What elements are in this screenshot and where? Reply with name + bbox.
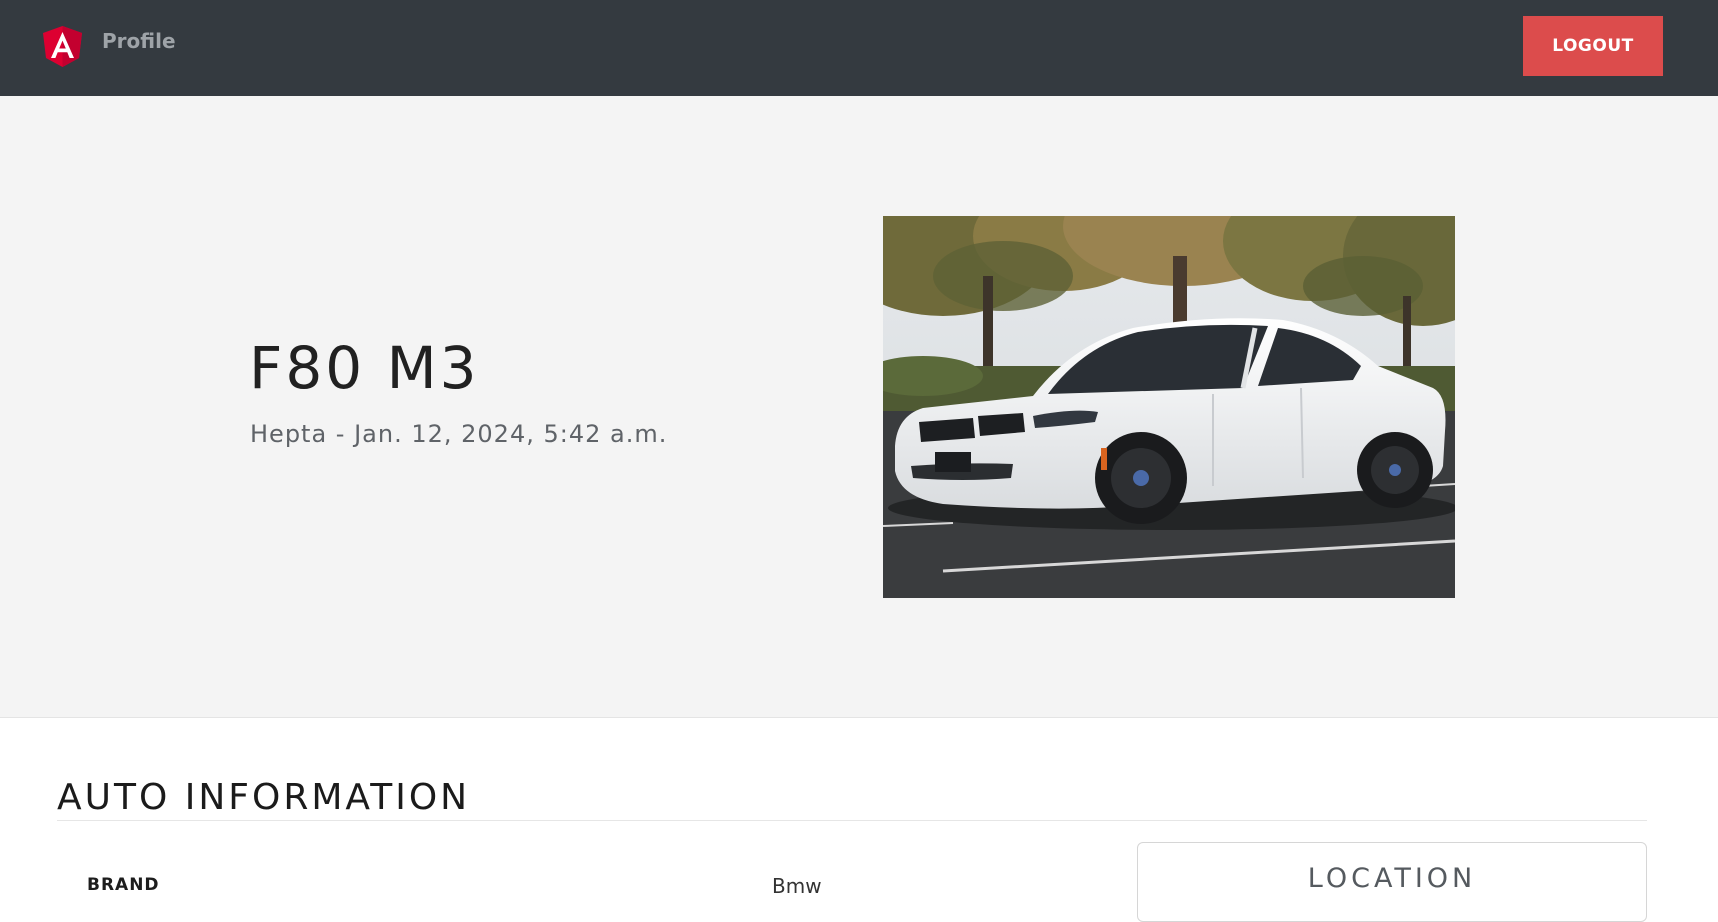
section-divider: [57, 820, 1647, 821]
car-subtitle: Hepta - Jan. 12, 2024, 5:42 a.m.: [250, 420, 668, 448]
auto-information-heading: AUTO INFORMATION: [57, 777, 471, 818]
angular-logo-icon[interactable]: [41, 25, 84, 68]
brand-value: Bmw: [772, 874, 822, 898]
location-heading: LOCATION: [1307, 863, 1477, 894]
car-photo: [883, 216, 1455, 598]
logout-button[interactable]: LOGOUT: [1523, 16, 1663, 76]
location-card: LOCATION: [1137, 842, 1647, 922]
brand-label: BRAND: [87, 875, 160, 895]
top-navbar: Profile LOGOUT: [0, 0, 1718, 96]
profile-link[interactable]: Profile: [102, 29, 176, 53]
car-title: F80 M3: [249, 334, 480, 402]
hero-section: F80 M3 Hepta - Jan. 12, 2024, 5:42 a.m.: [0, 96, 1718, 718]
